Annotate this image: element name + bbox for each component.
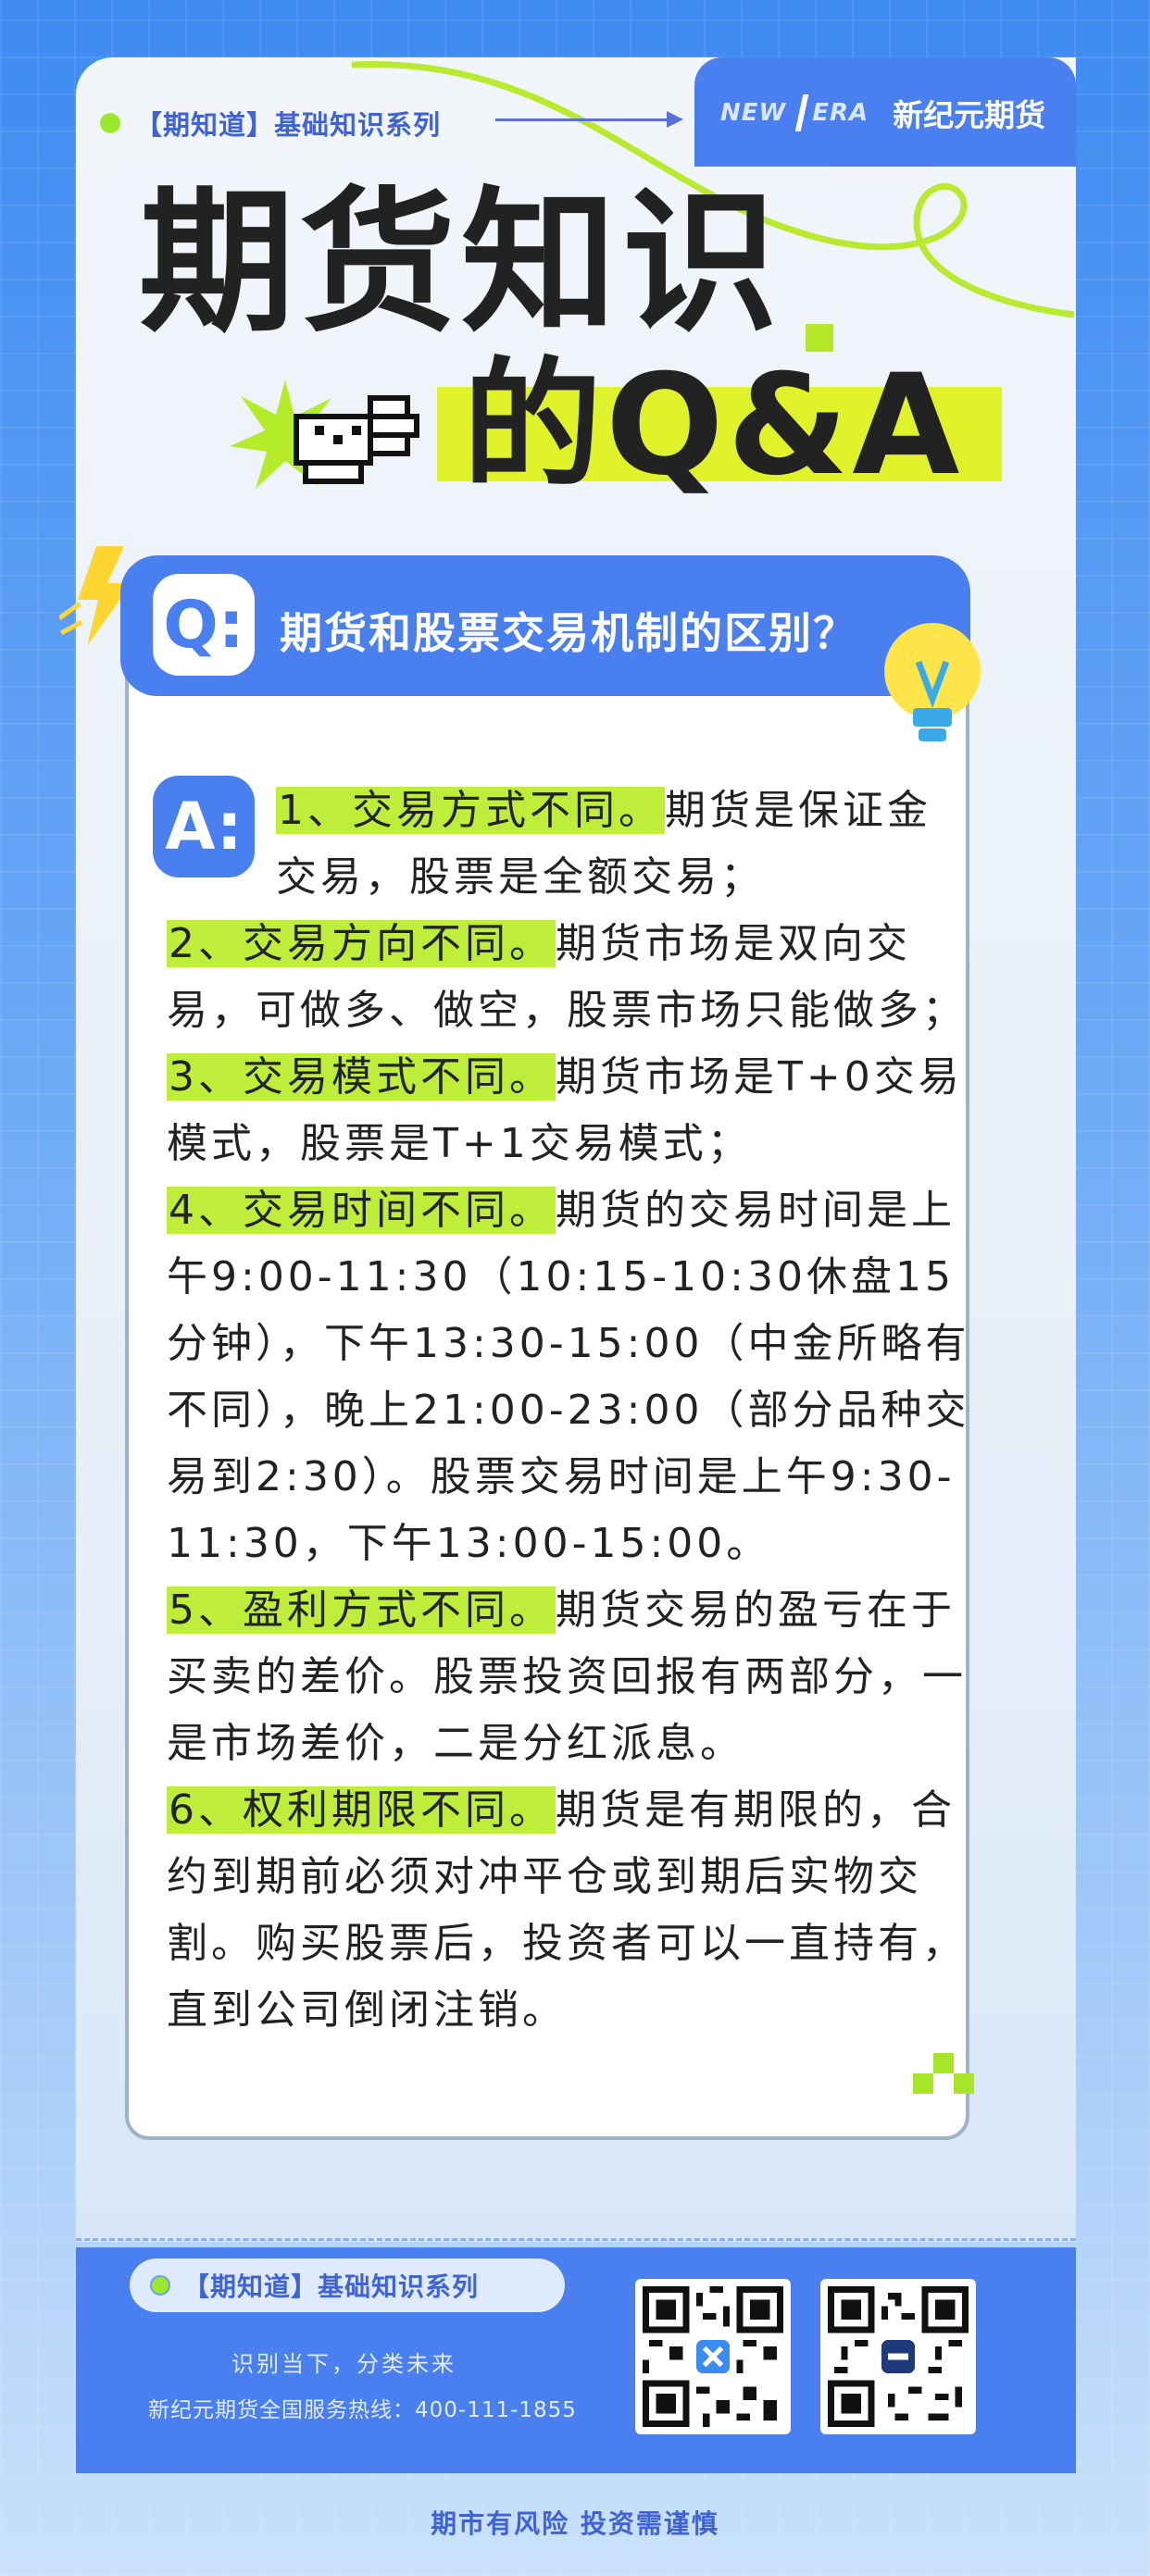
question-badge: Q:: [153, 574, 255, 676]
dot-icon: [100, 113, 120, 133]
pixel-decor: [913, 2073, 933, 2094]
footer-hotline: 新纪元期货全国服务热线：400-111-1855: [148, 2398, 577, 2422]
answer-item-6-head: 6、权利期限不同。: [167, 1786, 556, 1834]
divider: [76, 2238, 1076, 2241]
brand-logo: NEW ERA 新纪元期货: [720, 91, 1045, 135]
answer-item-1-body1: 期货是保证金: [665, 787, 931, 834]
page-title-line2: 的Q&A: [463, 345, 964, 506]
qr-code-icon: [643, 2286, 783, 2427]
answer-item-4: 4、交易时间不同。期货的交易时间是上午9:00-11:30（10:15-10:3…: [167, 1177, 981, 1577]
risk-warning: 期市有风险 投资需谨慎: [431, 2508, 719, 2539]
header-series-label: 【期知道】基础知识系列: [135, 109, 442, 141]
logo-bar-icon: [794, 94, 809, 131]
pixel-decor: [954, 2073, 974, 2094]
answer-item-1: 1、交易方式不同。期货是保证金: [167, 778, 981, 844]
question-text: 期货和股票交易机制的区别？: [280, 608, 857, 658]
footer-slogan: 识别当下，分类未来: [231, 2351, 456, 2377]
answer-item-6: 6、权利期限不同。期货是有期限的，合约到期前必须对冲平仓或到期后实物交割。购买股…: [167, 1777, 981, 2044]
answer-item-1-body2: 交易，股票是全额交易；: [276, 853, 765, 901]
footer-series-pill: 【期知道】基础知识系列: [130, 2259, 565, 2312]
page-title-line1: 期货知识: [139, 172, 783, 354]
qr-code-1[interactable]: [635, 2279, 791, 2434]
answer-item-4-body: 期货的交易时间是上午9:00-11:30（10:15-10:30休盘15分钟），…: [167, 1187, 970, 1567]
answer-item-1-cont: 交易，股票是全额交易；: [167, 844, 981, 911]
pixel-decor: [933, 2053, 954, 2073]
qr-code-icon: [828, 2286, 969, 2427]
pointer-hand-icon: [294, 395, 419, 484]
answer-item-2-head: 2、交易方向不同。: [167, 920, 556, 967]
answer-item-4-head: 4、交易时间不同。: [167, 1187, 556, 1234]
answer-item-5-head: 5、盈利方式不同。: [167, 1587, 556, 1634]
decorative-square: [806, 324, 833, 352]
answer-item-2: 2、交易方向不同。期货市场是双向交易，可做多、做空，股票市场只能做多；: [167, 911, 981, 1044]
light-bulb-icon: [884, 623, 981, 741]
dot-icon: [150, 2275, 170, 2296]
qr-code-2[interactable]: [820, 2279, 976, 2434]
answer-item-1-head: 1、交易方式不同。: [276, 787, 665, 834]
answer-item-5: 5、盈利方式不同。期货交易的盈亏在于买卖的差价。股票投资回报有两部分，一是市场差…: [167, 1577, 981, 1777]
arrow-right-icon: [667, 111, 683, 128]
answer-item-3: 3、交易模式不同。期货市场是T+0交易模式，股票是T+1交易模式；: [167, 1044, 981, 1177]
logo-mark-right: ERA: [812, 99, 869, 127]
logo-mark-left: NEW: [720, 99, 787, 127]
footer-series-label: 【期知道】基础知识系列: [183, 2271, 480, 2302]
answer-text: 1、交易方式不同。期货是保证金 交易，股票是全额交易； 2、交易方向不同。期货市…: [167, 778, 981, 2044]
header-series: 【期知道】基础知识系列: [100, 104, 441, 143]
answer-item-3-head: 3、交易模式不同。: [167, 1053, 556, 1101]
arrow-line: [495, 118, 671, 121]
brand-name: 新纪元期货: [893, 97, 1046, 133]
